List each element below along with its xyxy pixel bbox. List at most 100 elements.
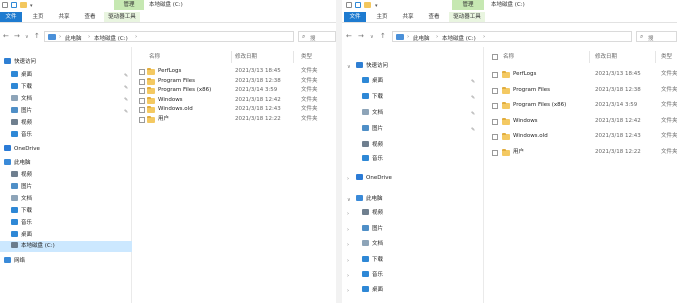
row-checkbox[interactable]	[492, 134, 498, 140]
row-checkbox[interactable]	[139, 117, 145, 123]
column-name[interactable]: 名称	[149, 52, 160, 62]
sidebar-item[interactable]: 图片	[362, 124, 383, 135]
back-icon[interactable]: ←	[3, 32, 9, 40]
row-checkbox[interactable]	[139, 69, 145, 75]
table-row[interactable]: Program Files (x86) 2021/3/14 3:59 文件夹	[485, 100, 677, 111]
sidebar-item[interactable]: 文档	[11, 94, 32, 105]
chevron-right-icon[interactable]: ›	[347, 288, 349, 294]
context-tab-manage[interactable]: 管理	[452, 0, 484, 10]
tab-home[interactable]: 主页	[28, 12, 48, 22]
breadcrumb-drive[interactable]: 本地磁盘 (C:)	[442, 34, 476, 42]
sidebar-item[interactable]: 桌面	[11, 70, 32, 81]
tab-home[interactable]: 主页	[372, 12, 392, 22]
tab-file[interactable]: 文件	[0, 12, 22, 22]
sidebar-item[interactable]: 视频	[362, 140, 383, 151]
row-checkbox[interactable]	[492, 103, 498, 109]
chevron-right-icon[interactable]: ›	[347, 176, 349, 182]
table-row[interactable]: 用户 2021/3/18 12:22 文件夹	[485, 147, 677, 158]
row-checkbox[interactable]	[492, 118, 498, 125]
tab-view[interactable]: 查看	[424, 12, 444, 22]
sidebar-item[interactable]: 快速访问	[356, 61, 388, 72]
forward-icon[interactable]: →	[14, 32, 20, 40]
sidebar-item[interactable]: 文档	[362, 108, 383, 119]
search-box[interactable]: ⌕ 搜	[298, 31, 336, 42]
row-checkbox[interactable]	[139, 78, 145, 85]
table-row[interactable]: Windows 2021/3/18 12:42 文件夹	[485, 116, 677, 127]
pin-icon[interactable]: ✎	[124, 109, 128, 115]
checkbox-icon[interactable]	[11, 2, 17, 8]
chevron-right-icon[interactable]: ›	[347, 273, 349, 279]
sidebar-item[interactable]: 此电脑	[356, 194, 383, 205]
pin-icon[interactable]: ✎	[124, 85, 128, 91]
row-checkbox[interactable]	[492, 149, 498, 156]
sidebar-item[interactable]: 下载	[362, 255, 383, 266]
sidebar-item[interactable]: 文档	[362, 239, 383, 250]
sidebar-item[interactable]: 网络	[4, 256, 25, 267]
sidebar-item[interactable]: 本地磁盘 (C:)	[0, 241, 132, 252]
table-row[interactable]: Program Files 2021/3/18 12:38 文件夹	[485, 85, 677, 96]
table-row[interactable]: 用户 2021/3/18 12:22 文件夹	[133, 114, 336, 125]
recent-dropdown-icon[interactable]: ∨	[25, 33, 29, 41]
chevron-down-icon[interactable]: ∨	[347, 197, 351, 203]
sidebar-item[interactable]: 图片	[11, 182, 32, 193]
sidebar-item[interactable]: 快速访问	[4, 57, 36, 68]
column-divider[interactable]	[231, 51, 232, 63]
tab-drive-tools[interactable]: 驱动器工具	[449, 12, 485, 22]
table-row[interactable]: Windows.old 2021/3/18 12:43 文件夹	[485, 131, 677, 142]
column-type[interactable]: 类型	[301, 52, 312, 62]
up-icon[interactable]: ↑	[380, 32, 386, 40]
search-box[interactable]: ⌕ 搜	[636, 31, 677, 42]
select-all-checkbox[interactable]	[492, 54, 498, 60]
column-divider[interactable]	[655, 51, 656, 63]
column-name[interactable]: 名称	[503, 52, 514, 62]
up-icon[interactable]: ↑	[34, 32, 40, 40]
row-checkbox[interactable]	[139, 97, 145, 104]
recent-dropdown-icon[interactable]: ∨	[370, 33, 374, 41]
sidebar-item[interactable]: 音乐	[11, 130, 32, 141]
column-type[interactable]: 类型	[661, 52, 672, 62]
address-bar[interactable]: › 此电脑 › 本地磁盘 (C:) ›	[44, 31, 294, 42]
breadcrumb-pc[interactable]: 此电脑	[65, 34, 82, 42]
sidebar-item[interactable]: 下载	[11, 206, 32, 217]
row-checkbox[interactable]	[492, 87, 498, 94]
chevron-right-icon[interactable]: ›	[347, 227, 349, 233]
tab-drive-tools[interactable]: 驱动器工具	[104, 12, 140, 22]
new-folder-icon[interactable]	[364, 2, 371, 8]
sidebar-item[interactable]: 下载	[362, 92, 383, 103]
back-icon[interactable]: ←	[346, 32, 352, 40]
forward-icon[interactable]: →	[358, 32, 364, 40]
tab-view[interactable]: 查看	[80, 12, 100, 22]
qa-dropdown-icon[interactable]: ▾	[30, 3, 33, 9]
column-date[interactable]: 修改日期	[595, 52, 617, 62]
sidebar-item[interactable]: 此电脑	[4, 158, 31, 169]
sidebar-item[interactable]: 视频	[11, 118, 32, 129]
sidebar-item[interactable]: OneDrive	[356, 173, 392, 184]
row-checkbox[interactable]	[139, 107, 145, 114]
context-tab-manage[interactable]: 管理	[114, 0, 144, 10]
pin-icon[interactable]: ✎	[471, 111, 475, 117]
properties-icon[interactable]	[2, 2, 8, 8]
sidebar-item[interactable]: 下载	[11, 82, 32, 93]
pin-icon[interactable]: ✎	[471, 95, 475, 101]
pin-icon[interactable]: ✎	[471, 127, 475, 133]
column-divider[interactable]	[293, 51, 294, 63]
column-date[interactable]: 修改日期	[235, 52, 257, 62]
sidebar-item[interactable]: 文档	[11, 194, 32, 205]
tab-file[interactable]: 文件	[344, 12, 366, 22]
breadcrumb-drive[interactable]: 本地磁盘 (C:)	[94, 34, 128, 42]
tab-share[interactable]: 共享	[398, 12, 418, 22]
sidebar-item[interactable]: OneDrive	[4, 144, 40, 155]
chevron-right-icon[interactable]: ›	[347, 211, 349, 217]
row-checkbox[interactable]	[492, 72, 498, 78]
properties-icon[interactable]	[346, 2, 352, 8]
qa-dropdown-icon[interactable]: ▾	[375, 3, 378, 9]
pin-icon[interactable]: ✎	[124, 97, 128, 103]
row-checkbox[interactable]	[139, 88, 145, 95]
pin-icon[interactable]: ✎	[471, 79, 475, 85]
tab-share[interactable]: 共享	[54, 12, 74, 22]
sidebar-item[interactable]: 图片	[362, 224, 383, 235]
sidebar-item[interactable]: 音乐	[362, 270, 383, 281]
table-row[interactable]: PerfLogs 2021/3/13 18:45 文件夹	[485, 69, 677, 80]
new-folder-icon[interactable]	[20, 2, 27, 8]
sidebar-item[interactable]: 桌面	[362, 76, 383, 87]
